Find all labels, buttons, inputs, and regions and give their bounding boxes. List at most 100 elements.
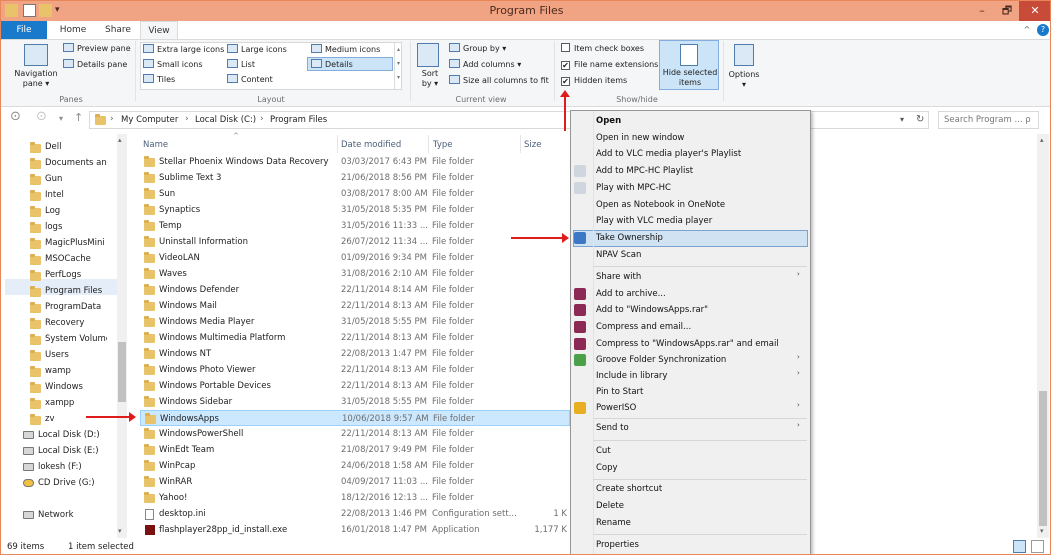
nav-tree-item[interactable]: wamp xyxy=(27,363,119,379)
column-header-name[interactable]: Name xyxy=(143,140,168,150)
nav-tree-item[interactable]: MSOCache xyxy=(27,251,119,267)
nav-tree-item[interactable]: CD Drive (G:) xyxy=(20,475,112,491)
nav-tree-item[interactable]: Dell xyxy=(27,139,119,155)
menu-item[interactable]: Compress and email... xyxy=(571,319,810,335)
menu-item[interactable]: Delete xyxy=(571,498,810,514)
menu-item[interactable]: Copy xyxy=(571,460,810,476)
nav-scrollbar[interactable] xyxy=(117,134,127,538)
navigation-pane-button[interactable]: Navigation pane ▾ xyxy=(13,69,59,89)
menu-item[interactable]: Play with VLC media player xyxy=(571,213,810,229)
column-header-size[interactable]: Size xyxy=(524,140,541,150)
layout-tiles[interactable]: Tiles xyxy=(143,74,175,86)
layout-small-icons[interactable]: Small icons xyxy=(143,59,203,71)
scroll-down-icon[interactable]: ▾ xyxy=(1040,527,1044,535)
layout-scroll-icon[interactable]: ▴ ▾ ▾ xyxy=(394,43,402,89)
menu-item[interactable]: Share with › xyxy=(571,269,810,285)
nav-scroll-thumb[interactable] xyxy=(118,342,126,402)
breadcrumb-my-computer[interactable]: My Computer xyxy=(121,115,178,125)
nav-tree-item[interactable]: ProgramData xyxy=(27,299,119,315)
hidden-items-checkbox[interactable]: ✔ Hidden items xyxy=(561,75,627,87)
nav-tree-item[interactable]: zv xyxy=(27,411,119,427)
file-row[interactable]: Temp 31/05/2016 11:33 ... File folder xyxy=(140,218,570,234)
menu-item[interactable]: Open in new window xyxy=(571,130,810,146)
menu-item[interactable]: Groove Folder Synchronization › xyxy=(571,352,810,368)
menu-item[interactable]: Pin to Start xyxy=(571,384,810,400)
close-button[interactable]: ✕ xyxy=(1019,1,1050,21)
forward-icon[interactable]: ⊙ xyxy=(36,109,47,124)
menu-item[interactable]: Add to MPC-HC Playlist xyxy=(571,163,810,179)
nav-tree-item[interactable]: System Volume xyxy=(27,331,119,347)
file-row[interactable]: Sun 03/08/2017 8:00 AM File folder xyxy=(140,186,570,202)
column-divider[interactable] xyxy=(337,135,338,153)
menu-item[interactable]: Open as Notebook in OneNote xyxy=(571,197,810,213)
collapse-ribbon-icon[interactable]: ^ xyxy=(1021,21,1033,39)
column-header-type[interactable]: Type xyxy=(433,140,453,150)
nav-tree-item[interactable]: Network xyxy=(20,507,112,523)
menu-item[interactable]: PowerISO › xyxy=(571,400,810,416)
tab-share[interactable]: Share xyxy=(97,21,139,39)
breadcrumb-local-disk[interactable]: Local Disk (C:) xyxy=(195,115,256,125)
file-row[interactable]: Stellar Phoenix Windows Data Recovery 03/… xyxy=(140,154,570,170)
nav-tree-item[interactable]: MagicPlusMini xyxy=(27,235,119,251)
layout-content[interactable]: Content xyxy=(227,74,273,86)
layout-medium-icons[interactable]: Medium icons xyxy=(311,44,380,56)
file-list-scroll-thumb[interactable] xyxy=(1039,391,1047,526)
refresh-icon[interactable]: ↻ xyxy=(916,114,924,125)
size-all-columns-button[interactable]: Size all columns to fit xyxy=(449,75,549,87)
file-row[interactable]: Windows Photo Viewer 22/11/2014 8:13 AM Fi… xyxy=(140,362,570,378)
options-dropdown-icon[interactable]: ▾ xyxy=(739,79,749,91)
file-row[interactable]: Synaptics 31/05/2018 5:35 PM File folder xyxy=(140,202,570,218)
file-row[interactable]: WinEdt Team 21/08/2017 9:49 PM File folder xyxy=(140,442,570,458)
layout-large-icons[interactable]: Large icons xyxy=(227,44,287,56)
breadcrumb-program-files[interactable]: Program Files xyxy=(270,115,327,125)
maximize-button[interactable]: 🗗 xyxy=(995,1,1019,21)
menu-item[interactable]: NPAV Scan xyxy=(571,247,810,263)
nav-tree-item[interactable]: Log xyxy=(27,203,119,219)
nav-tree-item[interactable]: Local Disk (E:) xyxy=(20,443,112,459)
scroll-up-icon[interactable]: ▴ xyxy=(118,136,122,144)
menu-item[interactable]: Take Ownership xyxy=(571,230,810,246)
file-row[interactable]: Yahoo! 18/12/2016 12:13 ... File folder xyxy=(140,490,570,506)
layout-extra-large-icons[interactable]: Extra large icons xyxy=(143,44,224,56)
file-row[interactable]: WinPcap 24/06/2018 1:58 AM File folder xyxy=(140,458,570,474)
hide-selected-items-button[interactable]: Hide selected items xyxy=(659,40,719,90)
menu-item[interactable]: Send to › xyxy=(571,420,810,436)
nav-tree-item[interactable]: Gun xyxy=(27,171,119,187)
menu-item[interactable]: Play with MPC-HC xyxy=(571,180,810,196)
nav-tree-item[interactable]: PerfLogs xyxy=(27,267,119,283)
nav-tree-item[interactable]: Users xyxy=(27,347,119,363)
file-row[interactable]: Windows Mail 22/11/2014 8:13 AM File folde… xyxy=(140,298,570,314)
file-row[interactable]: Windows Defender 22/11/2014 8:14 AM File f… xyxy=(140,282,570,298)
tab-home[interactable]: Home xyxy=(53,21,93,39)
menu-item[interactable]: Rename xyxy=(571,515,810,531)
nav-tree-item[interactable]: Windows xyxy=(27,379,119,395)
file-row[interactable]: VideoLAN 01/09/2016 9:34 PM File folder xyxy=(140,250,570,266)
minimize-button[interactable]: – xyxy=(969,1,995,21)
nav-tree-item[interactable]: Program Files xyxy=(27,283,119,299)
file-row[interactable]: WinRAR 04/09/2017 11:03 ... File folder xyxy=(140,474,570,490)
nav-tree-item[interactable]: Documents and xyxy=(27,155,119,171)
nav-tree-item[interactable]: Recovery xyxy=(27,315,119,331)
details-pane-button[interactable]: Details pane xyxy=(63,59,127,71)
item-check-boxes-checkbox[interactable]: Item check boxes xyxy=(561,43,644,55)
menu-item[interactable]: Add to VLC media player's Playlist xyxy=(571,146,810,162)
file-row[interactable]: WindowsPowerShell 22/11/2014 8:13 AM File … xyxy=(140,426,570,442)
address-dropdown-icon[interactable]: ▾ xyxy=(900,115,904,124)
group-by-button[interactable]: Group by ▾ xyxy=(449,43,506,55)
column-divider[interactable] xyxy=(428,135,429,153)
file-row[interactable]: Windows Sidebar 31/05/2018 5:55 PM File fo… xyxy=(140,394,570,410)
layout-details[interactable]: Details xyxy=(311,59,353,71)
file-row[interactable]: flashplayer28pp_id_install.exe 16/01/2018… xyxy=(140,522,570,538)
menu-item[interactable]: Include in library › xyxy=(571,368,810,384)
tab-view[interactable]: View xyxy=(140,21,178,40)
menu-item[interactable]: Add to archive... xyxy=(571,286,810,302)
menu-item[interactable]: Open xyxy=(571,113,810,129)
back-icon[interactable]: ⊙ xyxy=(10,109,21,124)
file-row[interactable]: Sublime Text 3 21/06/2018 8:56 PM File fol… xyxy=(140,170,570,186)
large-icons-view-icon[interactable] xyxy=(1031,540,1044,553)
preview-pane-button[interactable]: Preview pane xyxy=(63,43,131,55)
layout-list[interactable]: List xyxy=(227,59,255,71)
nav-tree-item[interactable]: lokesh (F:) xyxy=(20,459,112,475)
navigation-pane-icon[interactable] xyxy=(24,44,48,66)
recent-locations-icon[interactable]: ▾ xyxy=(59,114,63,123)
